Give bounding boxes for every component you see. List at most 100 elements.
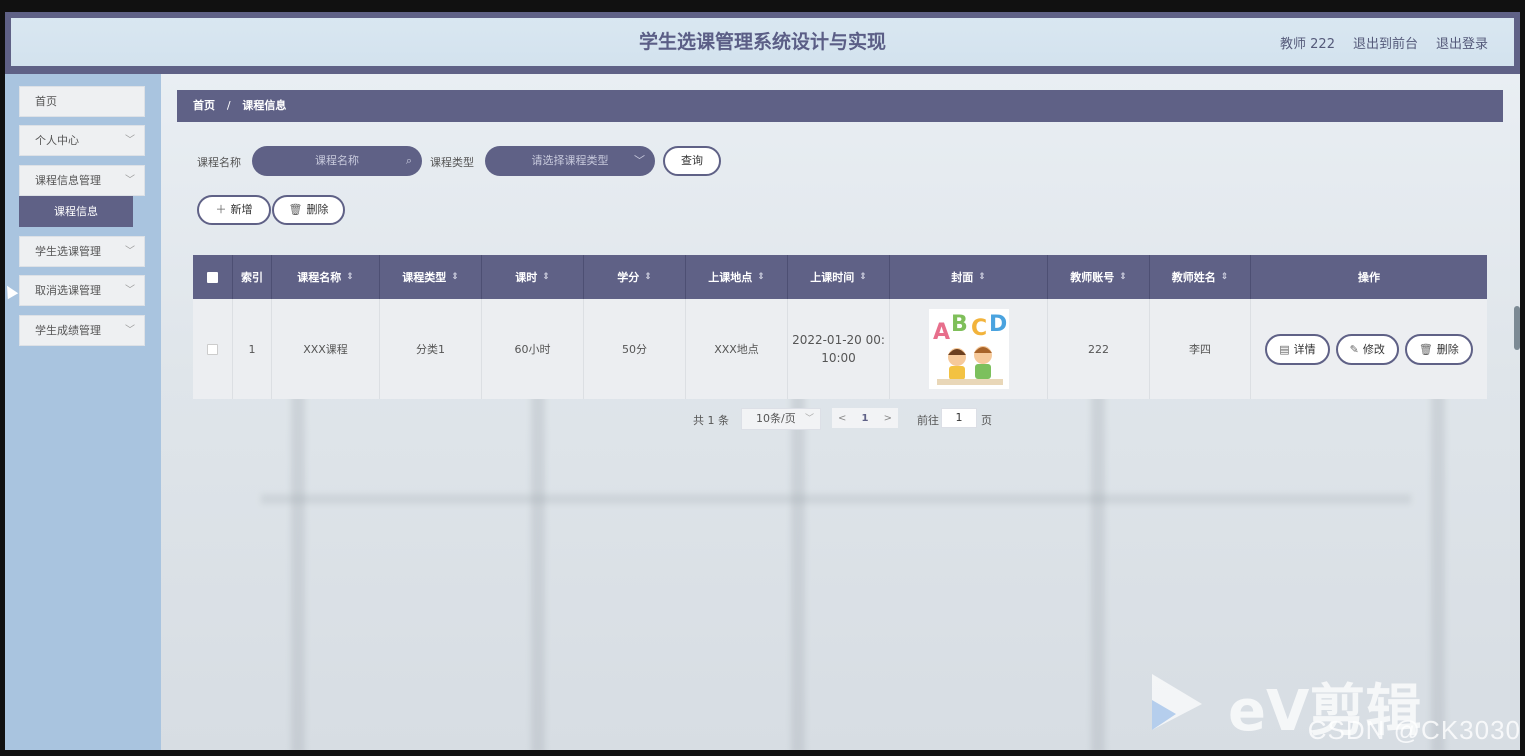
- column-header-label: 封面: [951, 271, 974, 284]
- sidebar-item-grade-management[interactable]: 学生成绩管理 ﹀: [19, 315, 145, 346]
- index-cell: 1: [233, 299, 272, 399]
- goto-page-input[interactable]: 1: [941, 408, 977, 428]
- breadcrumb-home[interactable]: 首页: [193, 99, 215, 112]
- chevron-down-icon: ﹀: [125, 175, 135, 186]
- row-checkbox[interactable]: [207, 343, 218, 355]
- bulk-delete-button-label: 删除: [306, 203, 329, 216]
- prev-page-button[interactable]: <: [838, 413, 846, 424]
- sort-icon[interactable]: ⇕: [859, 272, 867, 282]
- course-type-cell: 分类1: [380, 299, 482, 399]
- chevron-down-icon: ﹀: [125, 135, 135, 146]
- next-page-button[interactable]: >: [884, 413, 892, 424]
- cover-letter: A: [933, 320, 950, 345]
- operations-cell: ▤ 详情 ✎ 修改 🗑 删除: [1251, 299, 1487, 399]
- sidebar-item-student-selection-management[interactable]: 学生选课管理 ﹀: [19, 236, 145, 267]
- row-select-cell: [193, 299, 233, 399]
- teacher-name-cell: 李四: [1150, 299, 1251, 399]
- query-button[interactable]: 查询: [663, 146, 721, 176]
- sort-icon[interactable]: ⇕: [451, 272, 459, 282]
- course-name-label: 课程名称: [197, 156, 241, 169]
- teacher-account-value: 222: [1088, 342, 1109, 356]
- course-name-input[interactable]: 课程名称 ⌕: [252, 146, 422, 176]
- time-value-line1: 2022-01-20 00:: [792, 333, 885, 347]
- sort-icon[interactable]: ⇕: [644, 272, 652, 282]
- chevron-down-icon: ﹀: [804, 414, 814, 424]
- location-value: XXX地点: [714, 343, 759, 356]
- background-decoration: [291, 394, 305, 750]
- trash-icon: 🗑: [1418, 342, 1433, 356]
- edit-button-label: 修改: [1362, 342, 1385, 356]
- sidebar: 首页 个人中心 ﹀ 课程信息管理 ﹀ 课程信息 学生选课管理 ﹀ 取消选课管理 …: [5, 74, 161, 750]
- sort-icon[interactable]: ⇕: [542, 272, 550, 282]
- column-header[interactable]: 教师账号 ⇕: [1048, 255, 1150, 299]
- course-type-select[interactable]: 请选择课程类型 ﹀: [485, 146, 655, 176]
- credits-cell: 50分: [584, 299, 686, 399]
- cover-letter: C: [971, 316, 987, 341]
- current-page[interactable]: 1: [862, 413, 869, 424]
- column-header-label: 课程名称: [297, 271, 342, 284]
- hours-value: 60小时: [514, 343, 551, 356]
- column-header-label: 教师姓名: [1171, 271, 1216, 284]
- background-decoration: [261, 494, 1411, 504]
- table-header: 索引 课程名称 ⇕ 课程类型 ⇕ 课时 ⇕ 学分 ⇕ 上课地点 ⇕ 上课时间 ⇕…: [193, 255, 1487, 299]
- app-frame: 学生选课管理系统设计与实现 教师 222 退出到前台 退出登录 首页 个人中心 …: [5, 12, 1520, 750]
- index-value: 1: [248, 342, 256, 356]
- column-header-label: 学分: [617, 271, 640, 284]
- column-header[interactable]: 教师姓名 ⇕: [1150, 255, 1251, 299]
- sort-icon[interactable]: ⇕: [757, 272, 765, 282]
- sidebar-item-personal-center[interactable]: 个人中心 ﹀: [19, 125, 145, 156]
- vertical-scrollbar[interactable]: [1514, 306, 1520, 350]
- course-name-cell: XXX课程: [272, 299, 380, 399]
- breadcrumb: 首页 / 课程信息: [177, 90, 1503, 122]
- top-header: 学生选课管理系统设计与实现 教师 222 退出到前台 退出登录: [11, 18, 1514, 66]
- select-all-checkbox[interactable]: [207, 271, 218, 283]
- back-to-front-link[interactable]: 退出到前台: [1353, 33, 1418, 52]
- sidebar-item-label: 学生选课管理: [35, 245, 101, 258]
- add-button[interactable]: ＋新增: [197, 195, 271, 225]
- sidebar-item-cancel-selection-management[interactable]: 取消选课管理 ﹀: [19, 275, 145, 306]
- pencil-icon: ✎: [1349, 342, 1359, 356]
- sidebar-item-course-info-management[interactable]: 课程信息管理 ﹀: [19, 165, 145, 196]
- cover-image[interactable]: A B C D: [928, 309, 1009, 389]
- sidebar-item-home[interactable]: 首页: [19, 86, 145, 117]
- sort-icon[interactable]: ⇕: [1119, 272, 1127, 282]
- column-header[interactable]: 课程类型 ⇕: [380, 255, 482, 299]
- trash-icon: 🗑: [288, 203, 303, 216]
- plus-icon: ＋: [215, 203, 227, 216]
- column-header[interactable]: 上课地点 ⇕: [686, 255, 788, 299]
- column-header[interactable]: 学分 ⇕: [584, 255, 686, 299]
- background-decoration: [531, 394, 545, 750]
- credits-value: 50分: [622, 343, 647, 356]
- column-header: 索引: [233, 255, 272, 299]
- column-header[interactable]: 课时 ⇕: [482, 255, 584, 299]
- column-header-label: 操作: [1358, 271, 1380, 284]
- teacher-name-value: 李四: [1189, 343, 1211, 356]
- page-navigator: < 1 >: [832, 408, 898, 428]
- logout-link[interactable]: 退出登录: [1436, 33, 1488, 52]
- course-type-placeholder: 请选择课程类型: [531, 154, 609, 167]
- column-header[interactable]: 上课时间 ⇕: [788, 255, 890, 299]
- cover-cell: A B C D: [890, 299, 1048, 399]
- submenu-item-course-info[interactable]: 课程信息: [19, 196, 133, 227]
- page-size-select[interactable]: 10条/页 ﹀: [741, 408, 821, 430]
- detail-button[interactable]: ▤ 详情: [1265, 333, 1330, 365]
- breadcrumb-separator: /: [226, 99, 231, 112]
- column-header-label: 课程类型: [402, 271, 447, 284]
- total-count: 共 1 条: [693, 414, 729, 427]
- chevron-down-icon: ﹀: [125, 246, 135, 257]
- edit-button[interactable]: ✎ 修改: [1335, 333, 1399, 365]
- cover-letter: D: [989, 312, 1007, 337]
- page-unit-label: 页: [981, 414, 992, 427]
- column-header[interactable]: 封面 ⇕: [890, 255, 1048, 299]
- background-decoration: [1431, 394, 1445, 750]
- submenu-item-label: 课程信息: [54, 205, 98, 218]
- sort-icon[interactable]: ⇕: [1221, 272, 1229, 282]
- sidebar-item-label: 课程信息管理: [35, 174, 101, 187]
- column-header-label: 索引: [241, 271, 263, 284]
- bulk-delete-button[interactable]: 🗑 删除: [272, 195, 345, 225]
- sort-icon[interactable]: ⇕: [978, 272, 986, 282]
- sidebar-item-label: 取消选课管理: [35, 284, 101, 297]
- sort-icon[interactable]: ⇕: [346, 272, 354, 282]
- delete-button[interactable]: 🗑 删除: [1404, 333, 1473, 365]
- column-header[interactable]: 课程名称 ⇕: [272, 255, 380, 299]
